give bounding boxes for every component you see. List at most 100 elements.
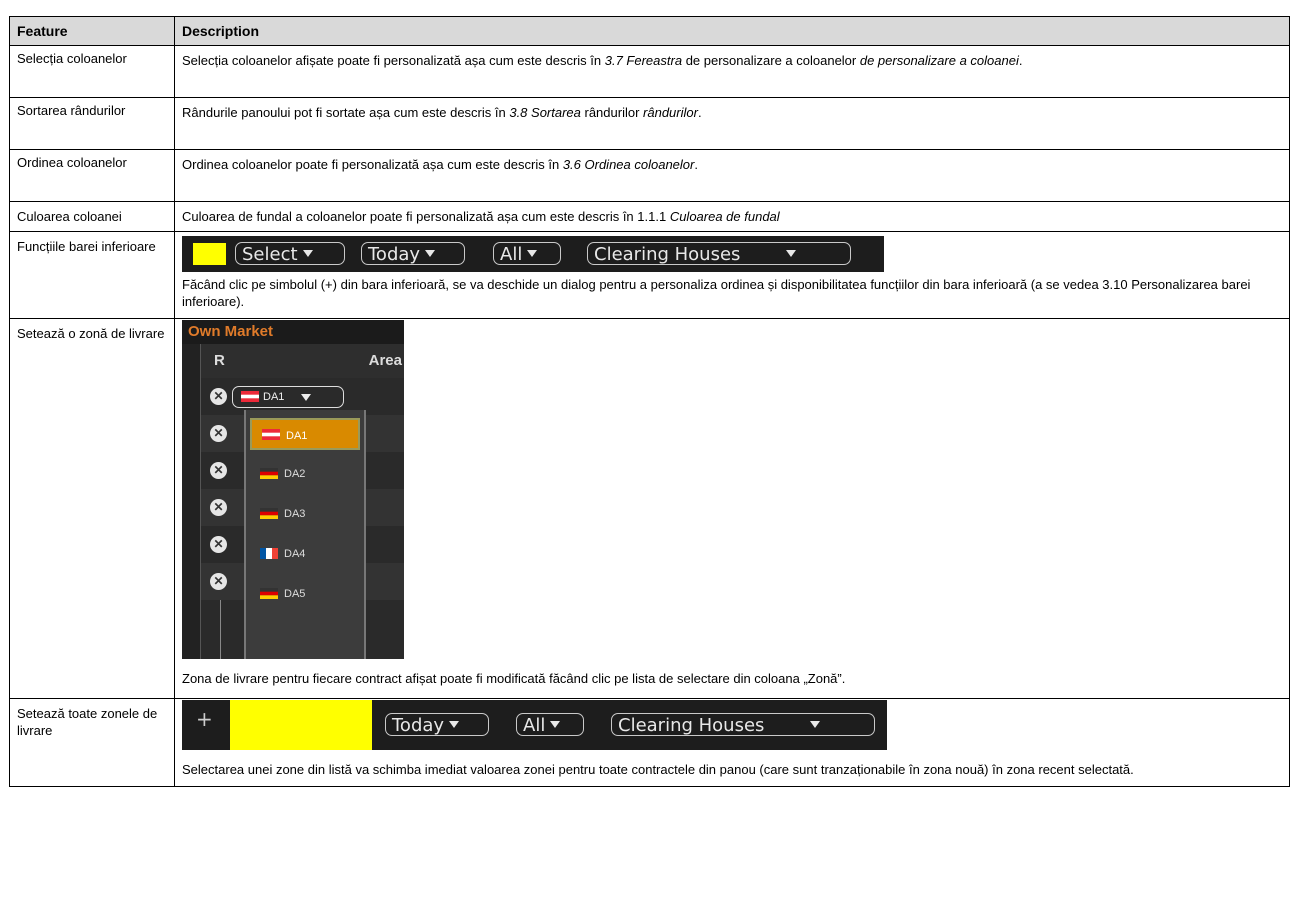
own-market-screenshot: Own Market R Area ✕ ✕ ✕ ✕ ✕ ✕ DA1 DA1 DA… <box>182 320 404 659</box>
desc-text: . <box>694 157 698 172</box>
all-label: All <box>523 715 546 736</box>
table-row: Selecția coloanelor Selecția coloanelor … <box>9 45 1290 98</box>
area-dropdown-list: DA1 DA2 DA3 DA4 DA5 <box>244 410 366 659</box>
column-r: R <box>214 352 225 369</box>
chevron-down-icon <box>301 393 312 401</box>
highlight-box <box>230 700 372 750</box>
remove-icon[interactable]: ✕ <box>210 462 227 479</box>
header-feature: Feature <box>9 16 175 46</box>
description-cell: Select Today All Clearing Houses Făcând … <box>174 231 1290 319</box>
option-label: DA5 <box>284 588 306 600</box>
flag-icon <box>260 508 278 519</box>
chevron-down-icon <box>550 720 561 728</box>
desc-text: Făcând clic pe simbolul (+) din bara inf… <box>182 277 1251 309</box>
feature-cell: Setează toate zonele de livrare <box>9 698 175 787</box>
chevron-down-icon <box>786 249 797 257</box>
bottom-bar-screenshot: Select Today All Clearing Houses <box>182 236 884 272</box>
desc-text: Culoarea de fundal a coloanelor poate fi… <box>182 209 670 224</box>
panel-edge <box>182 344 201 659</box>
area-option[interactable]: DA5 <box>250 578 360 610</box>
all-dropdown[interactable]: All <box>516 713 584 736</box>
desc-ref: 3.6 Ordinea coloanelor <box>562 157 695 172</box>
area-option[interactable]: DA3 <box>250 498 360 530</box>
feature-cell: Funcțiile barei inferioare <box>9 231 175 319</box>
all-dropdown[interactable]: All <box>493 242 561 265</box>
desc-ref: rândurilor <box>643 105 698 120</box>
remove-icon[interactable]: ✕ <box>210 536 227 553</box>
remove-icon[interactable]: ✕ <box>210 388 227 405</box>
description-cell: Rândurile panoului pot fi sortate așa cu… <box>174 97 1290 150</box>
desc-text: . <box>697 105 702 120</box>
clearing-label: Clearing Houses <box>594 244 741 265</box>
flag-icon <box>262 429 280 440</box>
today-label: Today <box>368 244 421 265</box>
today-dropdown[interactable]: Today <box>361 242 465 265</box>
highlight-box <box>193 243 226 265</box>
remove-icon[interactable]: ✕ <box>210 499 227 516</box>
desc-text: Selectarea unei zone din listă va schimb… <box>182 762 1134 777</box>
flag-icon <box>260 588 278 599</box>
remove-icon[interactable]: ✕ <box>210 425 227 442</box>
chevron-down-icon <box>810 720 821 728</box>
clearing-houses-dropdown[interactable]: Clearing Houses <box>611 713 875 736</box>
table-row: Setează o zonă de livrare Own Market R A… <box>9 318 1290 699</box>
flag-icon <box>241 391 259 402</box>
table-row: Funcțiile barei inferioare Select Today … <box>9 231 1290 319</box>
description-cell: Ordinea coloanelor poate fi personalizat… <box>174 149 1290 202</box>
flag-icon <box>260 468 278 479</box>
today-dropdown[interactable]: Today <box>385 713 489 736</box>
area-option[interactable]: DA4 <box>250 538 360 570</box>
desc-ref: Culoarea de fundal <box>669 209 780 224</box>
chevron-down-icon <box>449 720 460 728</box>
description-cell: + Today All Clearing Houses Selectarea u… <box>174 698 1290 787</box>
area-option[interactable]: DA2 <box>250 458 360 490</box>
chevron-down-icon <box>425 249 436 257</box>
feature-cell: Ordinea coloanelor <box>9 149 175 202</box>
own-market-title: Own Market <box>182 320 404 344</box>
today-label: Today <box>392 715 445 736</box>
bottom-bar-screenshot: + Today All Clearing Houses <box>182 700 887 750</box>
feature-cell: Sortarea rândurilor <box>9 97 175 150</box>
all-label: All <box>500 244 523 265</box>
option-label: DA2 <box>284 468 306 480</box>
plus-icon[interactable]: + <box>196 709 213 729</box>
select-dropdown[interactable]: Select <box>235 242 345 265</box>
clearing-label: Clearing Houses <box>618 715 765 736</box>
select-label: Select <box>242 244 298 265</box>
feature-cell: Setează o zonă de livrare <box>9 318 175 699</box>
option-label: DA3 <box>284 508 306 520</box>
description-cell: Own Market R Area ✕ ✕ ✕ ✕ ✕ ✕ DA1 DA1 DA… <box>174 318 1290 699</box>
remove-icon[interactable]: ✕ <box>210 573 227 590</box>
desc-text: Zona de livrare pentru fiecare contract … <box>182 671 846 686</box>
column-area: Area <box>368 352 402 369</box>
desc-text: de personalizare a coloanelor <box>682 53 860 68</box>
table-row: Setează toate zonele de livrare + Today … <box>9 698 1290 787</box>
header-description: Description <box>174 16 1290 46</box>
description-cell: Culoarea de fundal a coloanelor poate fi… <box>174 201 1290 232</box>
desc-text: Rândurile panoului pot fi sortate așa cu… <box>182 105 510 120</box>
chevron-down-icon <box>527 249 538 257</box>
feature-cell: Selecția coloanelor <box>9 45 175 98</box>
area-selected: DA1 <box>263 391 285 403</box>
feature-table: Feature Description Selecția coloanelor … <box>9 16 1290 787</box>
table-row: Culoarea coloanei Culoarea de fundal a c… <box>9 201 1290 232</box>
feature-cell: Culoarea coloanei <box>9 201 175 232</box>
desc-ref: 3.7 Fereastra <box>604 53 683 68</box>
desc-ref: 3.8 Sortarea <box>509 105 581 120</box>
clearing-houses-dropdown[interactable]: Clearing Houses <box>587 242 851 265</box>
column-header: R Area <box>201 344 404 378</box>
option-label: DA4 <box>284 548 306 560</box>
desc-ref: de personalizare a coloanei <box>859 53 1019 68</box>
area-option[interactable]: DA1 <box>250 418 360 450</box>
desc-text: Ordinea coloanelor poate fi personalizat… <box>182 157 563 172</box>
desc-text: rândurilor <box>580 105 644 120</box>
table-header-row: Feature Description <box>9 16 1290 46</box>
area-dropdown[interactable]: DA1 <box>232 386 344 408</box>
table-row: Sortarea rândurilor Rândurile panoului p… <box>9 97 1290 150</box>
description-cell: Selecția coloanelor afișate poate fi per… <box>174 45 1290 98</box>
table-row: Ordinea coloanelor Ordinea coloanelor po… <box>9 149 1290 202</box>
chevron-down-icon <box>302 249 313 257</box>
option-label: DA1 <box>286 430 308 442</box>
desc-text: Selecția coloanelor afișate poate fi per… <box>182 53 605 68</box>
desc-text: . <box>1018 53 1023 68</box>
